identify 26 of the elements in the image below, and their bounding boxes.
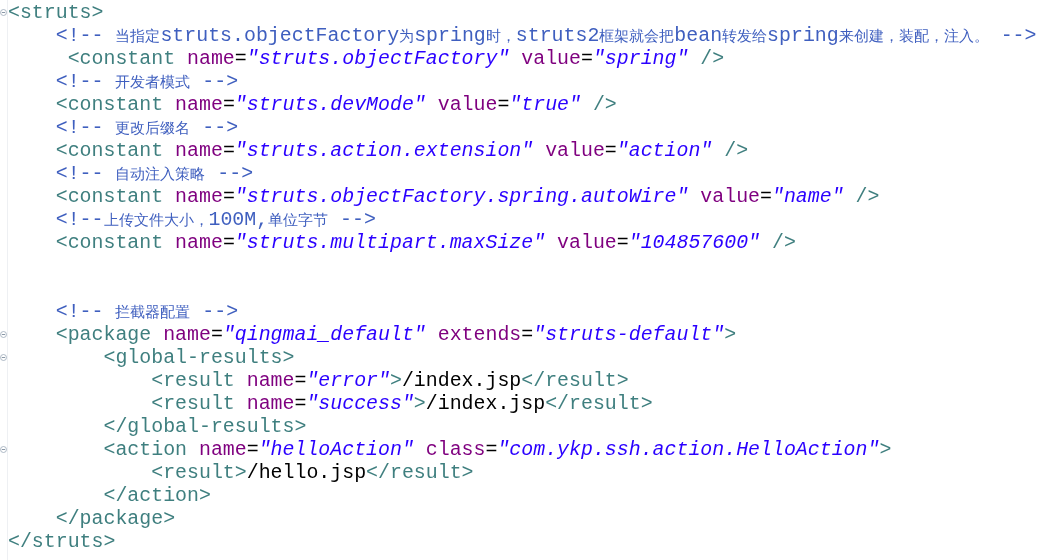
code-line: <result>/hello.jsp</result> bbox=[150, 461, 475, 484]
code-line: <struts> bbox=[8, 1, 105, 24]
code-line: <!-- 自动注入策略 --> bbox=[54, 162, 255, 185]
code-line: </action> bbox=[102, 484, 212, 507]
code-line: <package name="qingmai_default" extends="struts-default"> bbox=[54, 323, 738, 346]
fold-icon[interactable] bbox=[0, 9, 7, 16]
code-line: <constant name="struts.objectFactory" value="spring" /> bbox=[66, 47, 726, 70]
code-line: <result name="error">/index.jsp</result> bbox=[150, 369, 630, 392]
code-line: <!-- 更改后缀名 --> bbox=[54, 116, 240, 139]
code-line: </struts> bbox=[8, 530, 117, 553]
code-line: <constant name="struts.multipart.maxSize" value="104857600" /> bbox=[54, 231, 797, 254]
code-line: <!--上传文件大小，100M,单位字节 --> bbox=[54, 208, 377, 231]
code-line: <global-results> bbox=[102, 346, 296, 369]
code-line: <constant name="struts.objectFactory.spring.autoWire" value="name" /> bbox=[54, 185, 881, 208]
code-line: <constant name="struts.devMode" value="true" /> bbox=[54, 93, 618, 116]
fold-icon[interactable] bbox=[0, 354, 7, 361]
code-line: <!-- 开发者模式 --> bbox=[54, 70, 240, 93]
code-line: <result name="success">/index.jsp</result> bbox=[150, 392, 654, 415]
fold-icon[interactable] bbox=[0, 331, 7, 338]
fold-icon[interactable] bbox=[0, 446, 7, 453]
code-line: <!-- 当指定struts.objectFactory为spring时，struts2框架就会把bean转发给spring来创建，装配，注入。 --> bbox=[54, 24, 1037, 47]
code-line: <!-- 拦截器配置 --> bbox=[54, 300, 240, 323]
code-line: </package> bbox=[54, 507, 177, 530]
code-line: <action name="helloAction" class="com.ykp.ssh.action.HelloAction"> bbox=[102, 438, 893, 461]
code-line: </global-results> bbox=[102, 415, 308, 438]
code-line: <constant name="struts.action.extension" value="action" /> bbox=[54, 139, 750, 162]
